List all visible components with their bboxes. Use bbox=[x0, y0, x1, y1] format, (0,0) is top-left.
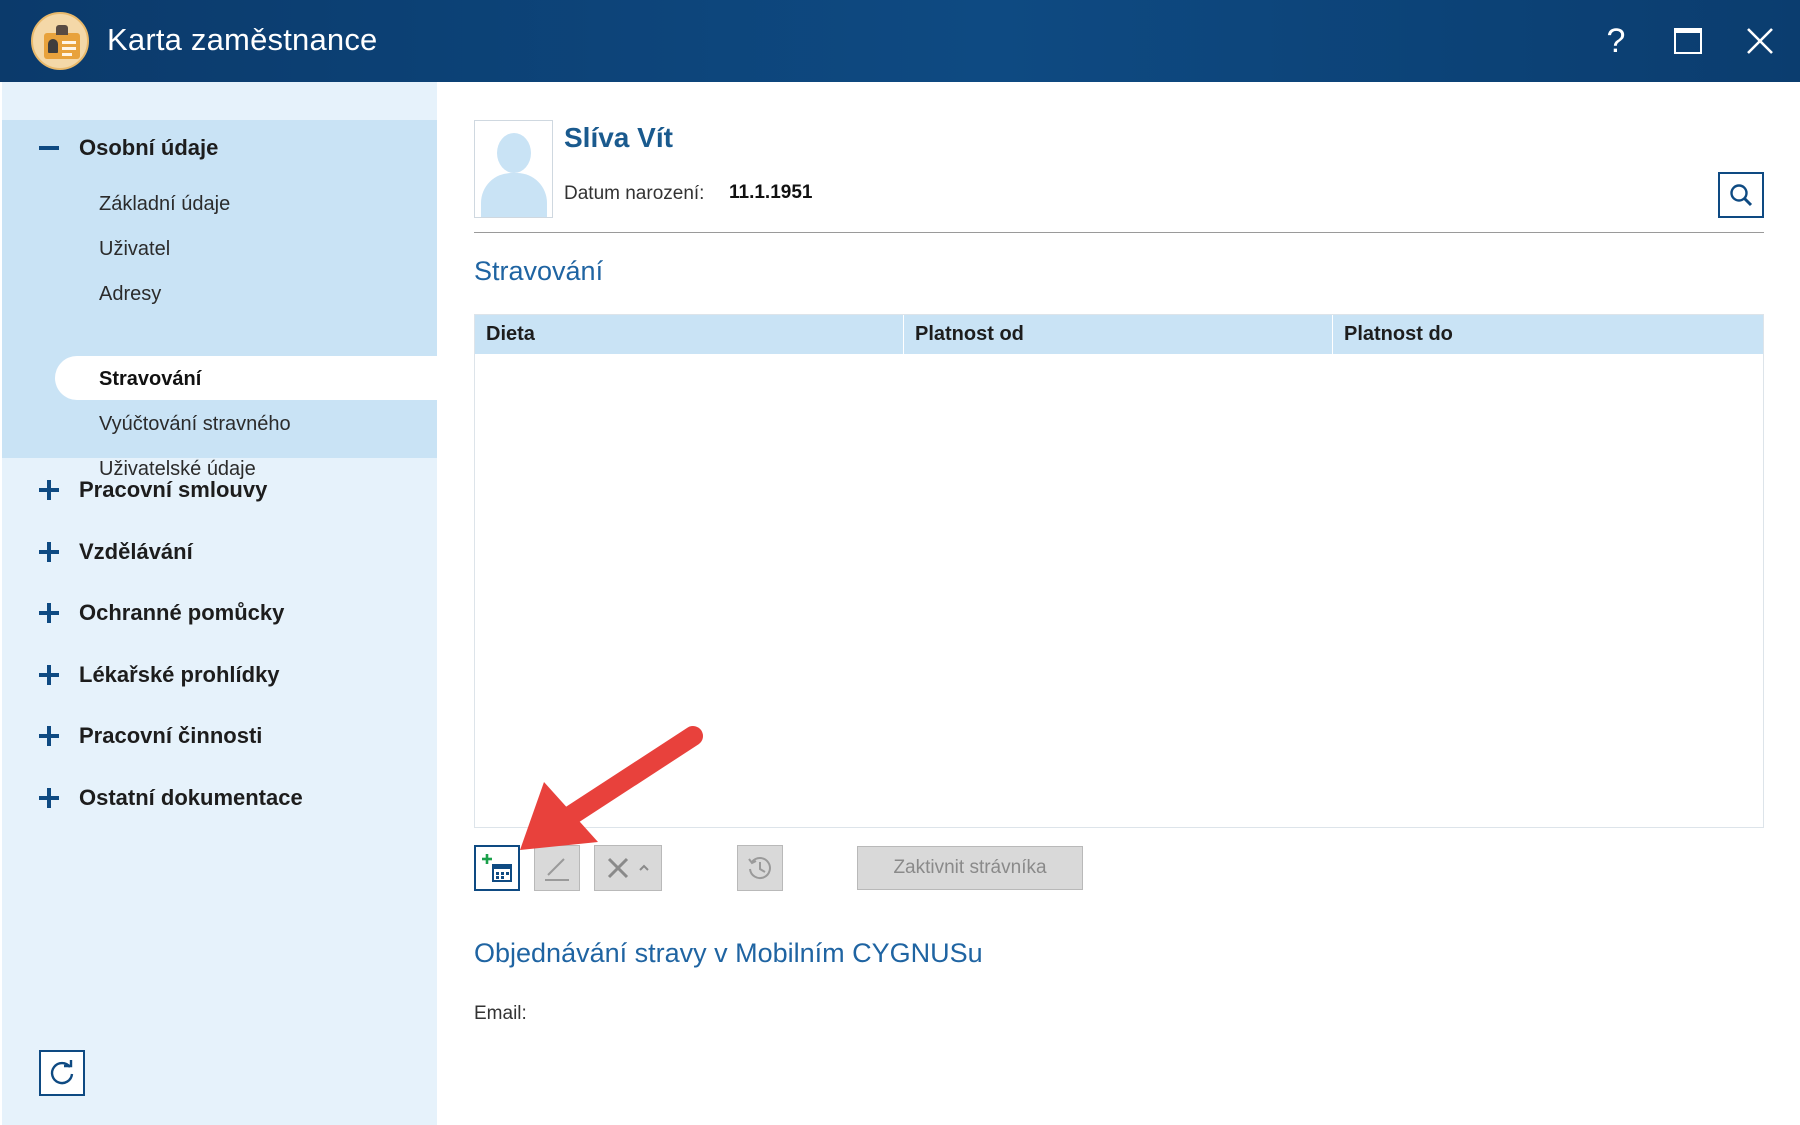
activate-diner-button[interactable]: Zaktivnit strávníka bbox=[857, 846, 1083, 890]
employee-card-logo-icon bbox=[31, 12, 89, 70]
expand-plus-icon bbox=[39, 603, 59, 623]
sidebar-item-addresses[interactable]: Adresy bbox=[99, 283, 161, 306]
chevron-up-icon bbox=[639, 864, 649, 871]
search-button[interactable] bbox=[1718, 172, 1764, 218]
expand-plus-icon bbox=[39, 665, 59, 685]
expand-plus-icon bbox=[39, 726, 59, 746]
sidebar-group-personal: Osobní údaje Základní údaje Uživatel Adr… bbox=[2, 120, 437, 480]
column-header-valid-to[interactable]: Platnost do bbox=[1332, 315, 1763, 354]
sidebar-group-medical-checkups[interactable]: Lékařské prohlídky bbox=[2, 647, 437, 703]
maximize-button[interactable] bbox=[1665, 18, 1711, 64]
birth-date-label: Datum narození: bbox=[564, 183, 705, 204]
sidebar-group-label: Pracovní činnosti bbox=[79, 723, 263, 748]
sidebar-group-label: Ochranné pomůcky bbox=[79, 600, 285, 625]
avatar bbox=[474, 120, 553, 218]
annotation-arrow bbox=[520, 726, 703, 850]
sidebar-group-label: Lékařské prohlídky bbox=[79, 662, 280, 687]
email-label: Email: bbox=[474, 1003, 527, 1024]
sidebar-group-label: Vzdělávání bbox=[79, 539, 193, 564]
sidebar-group-label: Osobní údaje bbox=[79, 135, 219, 160]
meals-table-header: Dieta Platnost od Platnost do bbox=[475, 315, 1763, 354]
mobile-ordering-section-title: Objednávání stravy v Mobilním CYGNUSu bbox=[474, 938, 983, 968]
header-divider bbox=[474, 232, 1764, 233]
search-icon bbox=[1730, 184, 1753, 207]
meals-section-title: Stravování bbox=[474, 256, 604, 286]
sidebar-group-label: Ostatní dokumentace bbox=[79, 785, 303, 810]
sidebar-group-education[interactable]: Vzdělávání bbox=[2, 524, 437, 580]
refresh-icon bbox=[50, 1060, 74, 1085]
refresh-button[interactable] bbox=[39, 1050, 85, 1096]
help-button[interactable]: ? bbox=[1593, 18, 1639, 64]
expand-plus-icon bbox=[39, 542, 59, 562]
sidebar-group-other-docs[interactable]: Ostatní dokumentace bbox=[2, 770, 437, 826]
sidebar-item-meals[interactable]: Stravování bbox=[99, 368, 201, 391]
expand-plus-icon bbox=[39, 788, 59, 808]
birth-date-value: 11.1.1951 bbox=[729, 182, 813, 203]
sidebar-group-contracts[interactable]: Pracovní smlouvy bbox=[2, 462, 437, 518]
history-button[interactable] bbox=[737, 845, 783, 891]
history-clock-icon bbox=[748, 857, 771, 880]
close-button[interactable] bbox=[1737, 18, 1783, 64]
expand-plus-icon bbox=[39, 480, 59, 500]
main-content: Slíva Vít Datum narození: 11.1.1951 Stra… bbox=[437, 82, 1800, 1125]
person-name: Slíva Vít bbox=[564, 122, 673, 153]
sidebar-group-label: Pracovní smlouvy bbox=[79, 477, 268, 502]
sidebar-item-user[interactable]: Uživatel bbox=[99, 238, 170, 261]
column-header-diet[interactable]: Dieta bbox=[475, 315, 903, 354]
window-title: Karta zaměstnance bbox=[107, 22, 378, 57]
sidebar-item-basic-info[interactable]: Základní údaje bbox=[99, 193, 230, 216]
sidebar-group-protective-equipment[interactable]: Ochranné pomůcky bbox=[2, 585, 437, 641]
sidebar-group-header-personal[interactable]: Osobní údaje bbox=[2, 120, 437, 176]
maximize-icon bbox=[1674, 28, 1702, 54]
sidebar-item-meal-billing[interactable]: Vyúčtování stravného bbox=[99, 413, 291, 436]
column-header-valid-from[interactable]: Platnost od bbox=[903, 315, 1332, 354]
sidebar-group-work-activities[interactable]: Pracovní činnosti bbox=[2, 708, 437, 764]
close-icon bbox=[1747, 28, 1773, 54]
title-bar: Karta zaměstnance ? bbox=[0, 0, 1800, 82]
sidebar: Osobní údaje Základní údaje Uživatel Adr… bbox=[2, 82, 437, 1125]
collapse-minus-icon bbox=[39, 138, 59, 158]
sidebar-top-strip bbox=[2, 82, 437, 120]
